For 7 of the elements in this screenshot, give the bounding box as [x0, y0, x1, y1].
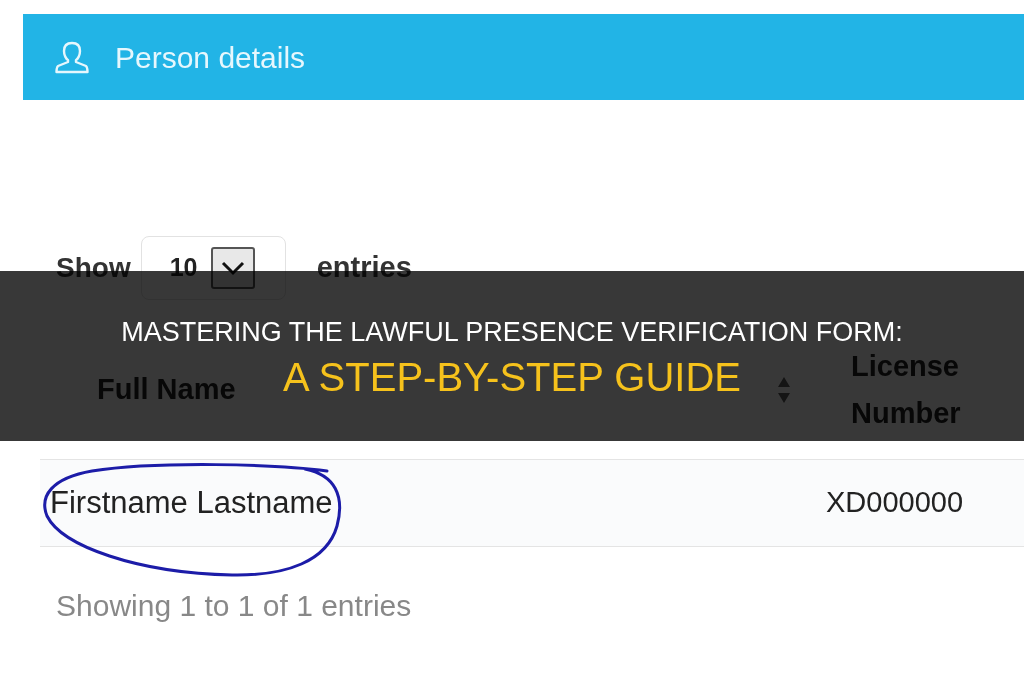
- table-info: Showing 1 to 1 of 1 entries: [56, 589, 412, 622]
- panel-title: Person details: [115, 39, 306, 76]
- person-icon: [55, 40, 89, 74]
- banner-subtitle: A STEP-BY-STEP GUIDE: [283, 354, 741, 401]
- banner-title: MASTERING THE LAWFUL PRESENCE VERIFICATION FORM:: [121, 316, 903, 349]
- table-cell-text: XD000000: [826, 485, 964, 521]
- table-cell-text: Firstname Lastname: [50, 483, 333, 522]
